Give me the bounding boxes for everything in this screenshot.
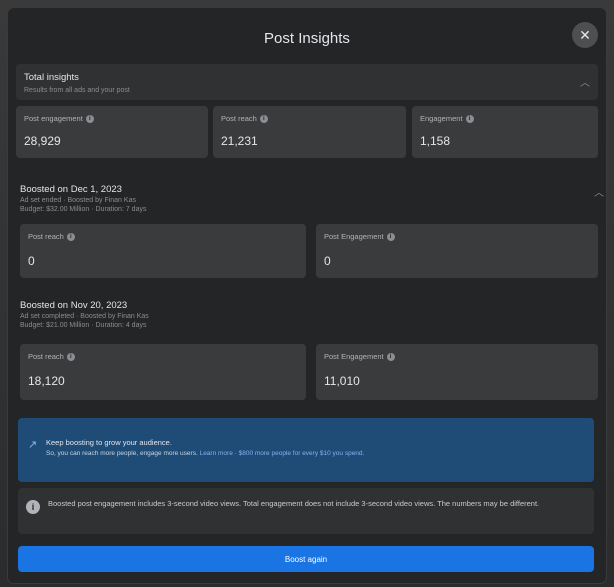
info-icon[interactable]: i: [85, 114, 94, 123]
metric-card-post-engagement: Post engagement i 28,929: [16, 106, 208, 158]
metric-card-post-engagement: Post Engagement i 0: [316, 224, 598, 278]
screen-background: Post Insights ✕ Total insights Results f…: [0, 0, 614, 587]
boost-again-button[interactable]: Boost again: [18, 546, 594, 572]
total-insights-heading: Total insights: [24, 72, 79, 83]
boost-promo-banner: ↗ Keep boosting to grow your audience. S…: [18, 418, 594, 482]
boost-meta-line: Budget: $21.00 Million · Duration: 4 day…: [20, 322, 147, 329]
info-icon[interactable]: i: [66, 352, 75, 361]
metric-label: Post Engagement i: [324, 232, 395, 241]
learn-more-link[interactable]: Learn more · $800 more people for every …: [200, 450, 365, 457]
promo-title: Keep boosting to grow your audience.: [46, 438, 172, 447]
modal-title: Post Insights: [264, 29, 350, 47]
metric-card-post-engagement: Post Engagement i 11,010: [316, 344, 598, 400]
post-insights-modal: Post Insights ✕ Total insights Results f…: [8, 8, 606, 583]
boost-meta-line: Ad set completed · Boosted by Finan Kas: [20, 313, 149, 320]
info-icon: i: [26, 500, 40, 514]
metric-card-post-reach: Post reach i 0: [20, 224, 306, 278]
boost-heading-nov: Boosted on Nov 20, 2023: [20, 300, 128, 311]
boost-meta-line: Budget: $32.00 Million · Duration: 7 day…: [20, 206, 147, 213]
metric-label: Post engagement i: [24, 114, 94, 123]
metric-value: 11,010: [324, 374, 360, 388]
info-icon[interactable]: i: [386, 352, 395, 361]
metric-card-post-reach: Post reach i 21,231: [213, 106, 406, 158]
metric-value: 0: [324, 254, 331, 268]
promo-text: So, you can reach more people, engage mo…: [46, 450, 364, 457]
metric-value: 0: [28, 254, 35, 268]
boost-meta-line: Ad set ended · Boosted by Finan Kas: [20, 197, 136, 204]
metric-card-post-reach: Post reach i 18,120: [20, 344, 306, 400]
metric-label: Post reach i: [28, 352, 75, 361]
info-icon[interactable]: i: [465, 114, 474, 123]
info-icon[interactable]: i: [386, 232, 395, 241]
engagement-note: i Boosted post engagement includes 3-sec…: [18, 488, 594, 534]
info-icon[interactable]: i: [66, 232, 75, 241]
metric-label: Post Engagement i: [324, 352, 395, 361]
trend-up-icon: ↗: [28, 439, 38, 451]
promo-text-main: So, you can reach more people, engage mo…: [46, 450, 198, 457]
total-insights-subtitle: Results from all ads and your post: [24, 87, 130, 94]
close-button[interactable]: ✕: [572, 22, 598, 48]
note-text: Boosted post engagement includes 3-secon…: [48, 499, 540, 508]
metric-label: Engagement i: [420, 114, 474, 123]
modal-header: Post Insights ✕: [8, 8, 606, 68]
metric-value: 21,231: [221, 134, 258, 148]
total-insights-header[interactable]: Total insights Results from all ads and …: [16, 64, 598, 100]
metric-value: 28,929: [24, 134, 61, 148]
info-icon[interactable]: i: [259, 114, 268, 123]
chevron-up-icon: ︿: [580, 78, 590, 89]
metric-value: 18,120: [28, 374, 65, 388]
metric-label: Post reach i: [221, 114, 268, 123]
metric-card-engagement: Engagement i 1,158: [412, 106, 598, 158]
close-icon: ✕: [579, 26, 591, 43]
chevron-up-icon[interactable]: ︿: [594, 184, 604, 199]
metric-value: 1,158: [420, 134, 451, 148]
boost-heading-dec: Boosted on Dec 1, 2023: [20, 184, 122, 195]
metric-label: Post reach i: [28, 232, 75, 241]
